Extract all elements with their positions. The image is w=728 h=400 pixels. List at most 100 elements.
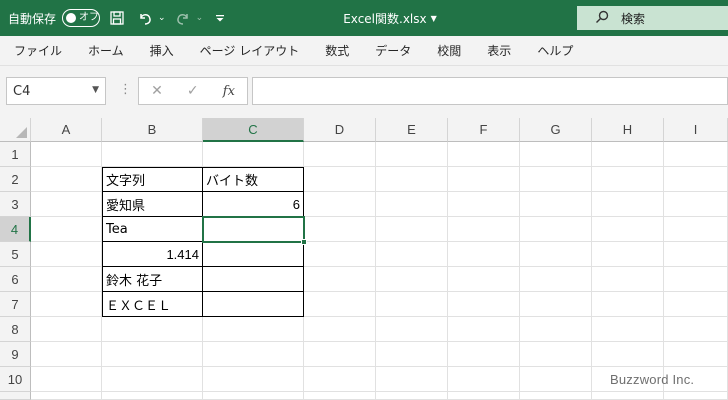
cell-e4[interactable]: [376, 217, 448, 242]
search-box[interactable]: 検索: [577, 6, 728, 30]
cell-i11[interactable]: [664, 392, 728, 400]
row-header-5[interactable]: 5: [0, 242, 31, 267]
cell-c10[interactable]: [203, 367, 304, 392]
cell-i3[interactable]: [664, 192, 728, 217]
cell-c3[interactable]: 6: [203, 192, 304, 217]
cell-e7[interactable]: [376, 292, 448, 317]
column-header-f[interactable]: F: [448, 118, 520, 142]
cell-g8[interactable]: [520, 317, 592, 342]
cell-c9[interactable]: [203, 342, 304, 367]
cell-g7[interactable]: [520, 292, 592, 317]
cell-b8[interactable]: [102, 317, 203, 342]
row-header-8[interactable]: 8: [0, 317, 31, 342]
cell-g11[interactable]: [520, 392, 592, 400]
cell-a7[interactable]: [31, 292, 102, 317]
cell-d7[interactable]: [304, 292, 376, 317]
vertical-dots-icon[interactable]: ⋮: [119, 82, 132, 97]
tab-page-layout[interactable]: ページ レイアウト: [200, 42, 300, 59]
cell-a1[interactable]: [31, 142, 102, 167]
cell-g9[interactable]: [520, 342, 592, 367]
cell-b11[interactable]: [102, 392, 203, 400]
save-icon[interactable]: [106, 7, 128, 29]
cell-c2[interactable]: バイト数: [203, 167, 304, 192]
cell-d4[interactable]: [304, 217, 376, 242]
cell-c11[interactable]: [203, 392, 304, 400]
cell-d3[interactable]: [304, 192, 376, 217]
cell-i5[interactable]: [664, 242, 728, 267]
tab-view[interactable]: 表示: [487, 42, 511, 59]
column-header-i[interactable]: I: [664, 118, 728, 142]
cell-i1[interactable]: [664, 142, 728, 167]
cell-e8[interactable]: [376, 317, 448, 342]
cell-a5[interactable]: [31, 242, 102, 267]
cell-g10[interactable]: [520, 367, 592, 392]
cell-a9[interactable]: [31, 342, 102, 367]
row-header-1[interactable]: 1: [0, 142, 31, 167]
formula-input[interactable]: [252, 77, 728, 105]
redo-dropdown-icon[interactable]: ⌄: [196, 13, 204, 23]
cell-e9[interactable]: [376, 342, 448, 367]
cell-d6[interactable]: [304, 267, 376, 292]
cell-a3[interactable]: [31, 192, 102, 217]
cell-h11[interactable]: [592, 392, 664, 400]
chevron-down-icon[interactable]: ▼: [92, 85, 99, 95]
tab-home[interactable]: ホーム: [88, 42, 124, 59]
cell-d5[interactable]: [304, 242, 376, 267]
cell-e11[interactable]: [376, 392, 448, 400]
cell-f9[interactable]: [448, 342, 520, 367]
cell-b3[interactable]: 愛知県: [102, 192, 203, 217]
cell-b6[interactable]: 鈴木 花子: [102, 267, 203, 292]
undo-icon[interactable]: [134, 7, 156, 29]
cell-h1[interactable]: [592, 142, 664, 167]
cell-c8[interactable]: [203, 317, 304, 342]
cell-b9[interactable]: [102, 342, 203, 367]
cell-h7[interactable]: [592, 292, 664, 317]
cell-f4[interactable]: [448, 217, 520, 242]
cell-i6[interactable]: [664, 267, 728, 292]
cell-e3[interactable]: [376, 192, 448, 217]
cell-f1[interactable]: [448, 142, 520, 167]
cell-h5[interactable]: [592, 242, 664, 267]
cell-e6[interactable]: [376, 267, 448, 292]
cell-a4[interactable]: [31, 217, 102, 242]
redo-icon[interactable]: [172, 7, 194, 29]
cell-h2[interactable]: [592, 167, 664, 192]
cell-d2[interactable]: [304, 167, 376, 192]
cell-f5[interactable]: [448, 242, 520, 267]
row-header-9[interactable]: 9: [0, 342, 31, 367]
cell-b5[interactable]: 1.414: [102, 242, 203, 267]
cell-e10[interactable]: [376, 367, 448, 392]
cell-c7[interactable]: [203, 292, 304, 317]
cell-g2[interactable]: [520, 167, 592, 192]
cell-b4[interactable]: Tea: [102, 217, 203, 242]
row-header-3[interactable]: 3: [0, 192, 31, 217]
cell-a11[interactable]: [31, 392, 102, 400]
cell-h3[interactable]: [592, 192, 664, 217]
cell-g3[interactable]: [520, 192, 592, 217]
cell-a2[interactable]: [31, 167, 102, 192]
cell-i7[interactable]: [664, 292, 728, 317]
cell-b7[interactable]: ＥＸＣＥＬ: [102, 292, 203, 317]
column-header-h[interactable]: H: [592, 118, 664, 142]
select-all-button[interactable]: [0, 118, 31, 142]
cell-g4[interactable]: [520, 217, 592, 242]
cell-b2[interactable]: 文字列: [102, 167, 203, 192]
cell-h9[interactable]: [592, 342, 664, 367]
cell-f10[interactable]: [448, 367, 520, 392]
row-header-10[interactable]: 10: [0, 367, 31, 392]
column-header-a[interactable]: A: [31, 118, 102, 142]
row-header-11[interactable]: [0, 392, 31, 400]
cell-i9[interactable]: [664, 342, 728, 367]
cell-f2[interactable]: [448, 167, 520, 192]
cell-f11[interactable]: [448, 392, 520, 400]
column-header-e[interactable]: E: [376, 118, 448, 142]
column-header-g[interactable]: G: [520, 118, 592, 142]
customize-toolbar-icon[interactable]: [209, 7, 231, 29]
tab-help[interactable]: ヘルプ: [537, 42, 573, 59]
cell-e5[interactable]: [376, 242, 448, 267]
cell-d10[interactable]: [304, 367, 376, 392]
tab-formulas[interactable]: 数式: [325, 42, 349, 59]
cell-d11[interactable]: [304, 392, 376, 400]
cell-a10[interactable]: [31, 367, 102, 392]
cell-f3[interactable]: [448, 192, 520, 217]
